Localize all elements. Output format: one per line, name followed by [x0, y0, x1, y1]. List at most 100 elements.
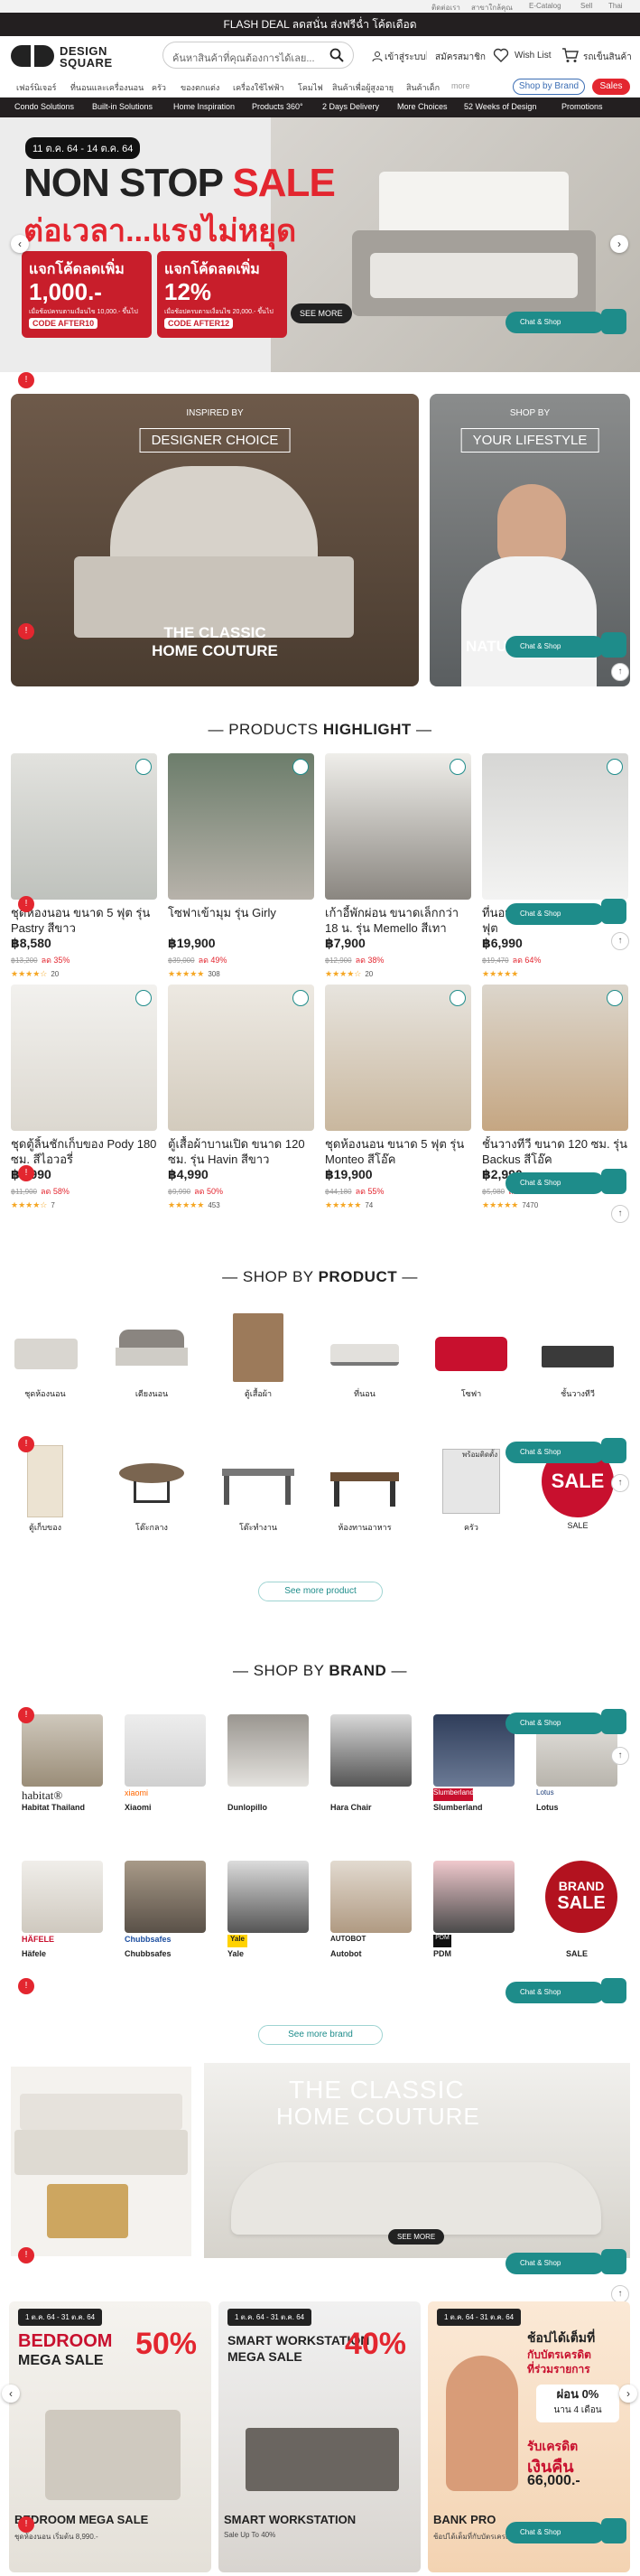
chat-and-shop-button[interactable]: Chat & Shop — [506, 2522, 605, 2543]
hero-see-more-button[interactable]: SEE MORE — [291, 303, 352, 323]
product-name[interactable]: ชุดห้องนอน ขนาด 5 ฟุต รุ่น Pastry สีขาว — [11, 905, 157, 936]
promo-bedroom-mega-sale[interactable]: 1 ต.ค. 64 - 31 ต.ค. 64 BEDROOM MEGA SALE … — [9, 2301, 211, 2572]
product-name[interactable]: ชุดตู้ลิ้นชักเก็บของ Pody 180 ซม. สีไอวอ… — [11, 1136, 157, 1167]
nav-more[interactable]: more — [451, 81, 470, 90]
brand-card[interactable]: PDM PDM — [433, 1861, 515, 1958]
cat-choices[interactable]: More Choices — [397, 102, 448, 111]
nav-furniture[interactable]: เฟอร์นิเจอร์ — [16, 81, 56, 94]
prev-arrow-icon[interactable]: ‹ — [2, 2385, 20, 2403]
design-square-logo[interactable]: DESIGN SQUARE — [11, 43, 133, 70]
product-card[interactable]: ชุดห้องนอน ขนาด 5 ฟุต รุ่น Monteo สีโอ๊ค… — [325, 985, 471, 1210]
cat-condo[interactable]: Condo Solutions — [14, 102, 74, 111]
search-bar[interactable]: ค้นหาสินค้าที่คุณต้องการได้เลย... — [162, 42, 354, 69]
chat-and-shop-button[interactable]: Chat & Shop — [506, 1172, 605, 1194]
brand-card[interactable]: Chubbsafes Chubbsafes — [125, 1861, 206, 1958]
product-image[interactable] — [325, 753, 471, 900]
nav-kitchen[interactable]: ครัว — [152, 81, 166, 94]
scroll-up-icon[interactable]: ↑ — [611, 932, 629, 950]
product-image[interactable] — [482, 753, 628, 900]
notification-icon[interactable]: ! — [18, 1707, 34, 1723]
product-card[interactable]: ที่นอน TWILIGHT ขนาด 5 ฟุต ฿6,990 ฿19,47… — [482, 753, 628, 979]
scroll-up-icon[interactable]: ↑ — [611, 2285, 629, 2303]
category-wardrobe[interactable]: ตู้เสื้อผ้า — [213, 1311, 303, 1400]
notification-icon[interactable]: ! — [18, 2247, 34, 2263]
notification-icon[interactable]: ! — [18, 372, 34, 388]
product-name[interactable]: ชั้นวางทีวี ขนาด 120 ซม. รุ่น Backus สีโ… — [482, 1136, 628, 1167]
product-image[interactable] — [11, 985, 157, 1131]
notification-icon[interactable]: ! — [18, 2516, 34, 2533]
search-icon[interactable] — [329, 48, 344, 62]
chat-icon[interactable] — [601, 1438, 626, 1463]
wishlist-heart-icon[interactable] — [450, 759, 466, 775]
brand-card[interactable]: Slumberland Slumberland — [433, 1714, 515, 1812]
cart-icon[interactable] — [561, 47, 580, 63]
nav-elderly[interactable]: สินค้าเพื่อผู้สูงอายุ — [332, 81, 394, 94]
cat-products360[interactable]: Products 360° — [252, 102, 303, 111]
chat-and-shop-button[interactable]: Chat & Shop — [506, 1982, 605, 2003]
ecatalog-link[interactable]: E-Catalog — [529, 2, 561, 10]
next-arrow-icon[interactable]: › — [610, 235, 628, 253]
language-link[interactable]: Thai — [608, 2, 623, 10]
wishlist-heart-icon[interactable] — [607, 759, 623, 775]
chat-and-shop-button[interactable]: Chat & Shop — [506, 2253, 605, 2274]
sell-link[interactable]: Sell — [580, 2, 592, 10]
product-image[interactable] — [11, 753, 157, 900]
scroll-up-icon[interactable]: ↑ — [611, 663, 629, 681]
scroll-up-icon[interactable]: ↑ — [611, 1205, 629, 1223]
hero-banner[interactable]: 11 ต.ค. 64 - 14 ต.ค. 64 NON STOP SALE ต่… — [0, 117, 640, 372]
notification-icon[interactable]: ! — [18, 896, 34, 912]
flash-deal-bar[interactable]: FLASH DEAL ลดสนั่น ส่งฟรีฉ่ำ โค้ดเดือด — [0, 13, 640, 36]
chat-and-shop-button[interactable]: Chat & Shop — [506, 903, 605, 925]
chat-icon[interactable] — [601, 632, 626, 658]
notification-icon[interactable]: ! — [18, 623, 34, 639]
brand-card[interactable]: habitat® Habitat Thailand — [22, 1714, 103, 1812]
nav-lighting[interactable]: โคมไฟ — [298, 81, 323, 94]
product-name[interactable]: โซฟาเข้ามุม รุ่น Girly — [168, 905, 314, 936]
cat-52weeks[interactable]: 52 Weeks of Design — [464, 102, 536, 111]
notification-icon[interactable]: ! — [18, 1165, 34, 1181]
brand-card[interactable]: Dunlopillo — [227, 1714, 309, 1812]
couture-banner[interactable]: THE CLASSIC HOME COUTURE SEE MORE — [204, 2063, 630, 2258]
brand-card[interactable]: Yale Yale — [227, 1861, 309, 1958]
chat-icon[interactable] — [601, 2249, 626, 2274]
login-link[interactable]: เข้าสู่ระบบ — [385, 51, 425, 64]
cat-delivery[interactable]: 2 Days Delivery — [322, 102, 379, 111]
couture-left-image[interactable] — [11, 2067, 191, 2256]
brand-card[interactable]: xiaomi Xiaomi — [125, 1714, 206, 1812]
brand-card[interactable]: Hara Chair — [330, 1714, 412, 1812]
promo-smart-workstation[interactable]: 1 ต.ค. 64 - 31 ต.ค. 64 SMART WORKSTATION… — [218, 2301, 421, 2572]
category-dining[interactable]: ห้องทานอาหาร — [320, 1445, 410, 1534]
category-kitchen[interactable]: พร้อมติดตั้ง ครัว — [426, 1445, 516, 1534]
product-name[interactable]: ชุดห้องนอน ขนาด 5 ฟุต รุ่น Monteo สีโอ๊ค — [325, 1136, 471, 1167]
wishlist-heart-icon[interactable] — [292, 990, 309, 1006]
product-card[interactable]: ตู้เสื้อผ้าบานเปิด ขนาด 120 ซม. รุ่น Hav… — [168, 985, 314, 1210]
wishlist-link[interactable]: Wish List — [515, 51, 552, 61]
nav-decor[interactable]: ของตกแต่ง — [181, 81, 219, 94]
chat-and-shop-button[interactable]: Chat & Shop — [506, 1442, 605, 1463]
wishlist-heart-icon[interactable] — [607, 990, 623, 1006]
chat-icon[interactable] — [601, 1978, 626, 2003]
product-card[interactable]: โซฟาเข้ามุม รุ่น Girly ฿19,900 ฿39,000 ลด… — [168, 753, 314, 979]
shop-by-brand-button[interactable]: Shop by Brand — [513, 79, 585, 95]
product-image[interactable] — [482, 985, 628, 1131]
nav-bedding[interactable]: ที่นอนและเครื่องนอน — [70, 81, 144, 94]
register-link[interactable]: สมัครสมาชิก — [435, 51, 486, 64]
category-desk[interactable]: โต๊ะทำงาน — [213, 1445, 303, 1534]
wishlist-heart-icon[interactable] — [450, 990, 466, 1006]
prev-arrow-icon[interactable]: ‹ — [11, 235, 29, 253]
couture-see-more-button[interactable]: SEE MORE — [388, 2229, 445, 2245]
product-image[interactable] — [168, 753, 314, 900]
category-mattress[interactable]: ที่นอน — [320, 1311, 410, 1400]
brand-card[interactable]: HÄFELE Häfele — [22, 1861, 103, 1958]
brand-card[interactable]: AUTOBOT Autobot — [330, 1861, 412, 1958]
category-bedroom-set[interactable]: ชุดห้องนอน — [0, 1311, 90, 1400]
chat-icon[interactable] — [601, 309, 626, 334]
category-coffee-table[interactable]: โต๊ะกลาง — [107, 1445, 197, 1534]
notification-icon[interactable]: ! — [18, 1436, 34, 1452]
coupon-1000[interactable]: แจกโค้ดลดเพิ่ม 1,000.- เมื่อช้อปครบตามเง… — [22, 251, 152, 338]
category-bed[interactable]: เตียงนอน — [107, 1311, 197, 1400]
see-more-product-button[interactable]: See more product — [258, 1582, 383, 1601]
cart-link[interactable]: รถเข็นสินค้า — [583, 51, 632, 64]
product-image[interactable] — [168, 985, 314, 1131]
scroll-up-icon[interactable]: ↑ — [611, 1747, 629, 1765]
